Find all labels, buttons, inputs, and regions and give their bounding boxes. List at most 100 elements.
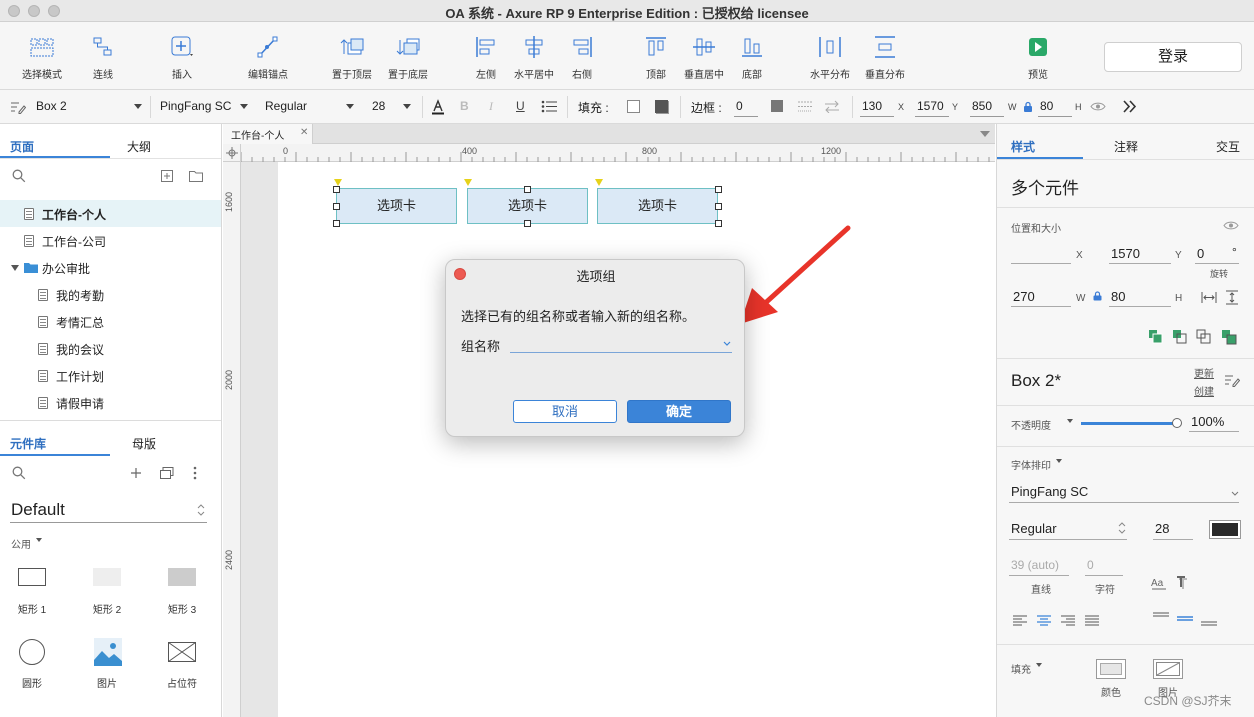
- bold-icon[interactable]: B: [460, 99, 469, 113]
- text-case-icon[interactable]: Aa: [1151, 576, 1167, 590]
- font-style-select[interactable]: Regular: [1011, 521, 1057, 536]
- search-icon[interactable]: [12, 466, 26, 480]
- x-field[interactable]: 130: [862, 99, 882, 113]
- update-style-link[interactable]: 更新: [1194, 365, 1214, 380]
- create-style-link[interactable]: 创建: [1194, 383, 1214, 398]
- font-family-select[interactable]: PingFang SC: [160, 99, 231, 113]
- placeholder-thumb-icon[interactable]: [168, 642, 196, 662]
- tab-widget[interactable]: 选项卡: [597, 188, 718, 224]
- image-thumb-icon[interactable]: [94, 638, 122, 666]
- distribute-v-tool[interactable]: 垂直分布: [862, 22, 908, 90]
- valign-middle-icon[interactable]: [1177, 611, 1193, 627]
- align-left-text-icon[interactable]: [1013, 615, 1027, 626]
- page-folder[interactable]: 办公审批: [0, 254, 221, 281]
- font-style-select[interactable]: Regular: [265, 99, 307, 113]
- tab-overflow-icon[interactable]: [980, 131, 990, 137]
- login-button[interactable]: 登录: [1104, 42, 1242, 72]
- justify-text-icon[interactable]: [1085, 615, 1099, 626]
- add-page-icon[interactable]: [161, 170, 173, 182]
- tab-widget[interactable]: 选项卡: [336, 188, 457, 224]
- rotation-field[interactable]: 0: [1197, 246, 1204, 261]
- fit-width-icon[interactable]: [1201, 291, 1217, 304]
- tab-widget[interactable]: 选项卡: [467, 188, 588, 224]
- chevron-down-icon[interactable]: [346, 104, 354, 109]
- italic-icon[interactable]: I: [489, 99, 493, 114]
- tab-interactions[interactable]: 交互: [1216, 138, 1240, 155]
- lock-icon[interactable]: [1093, 291, 1102, 301]
- align-right-text-icon[interactable]: [1061, 615, 1075, 626]
- send-to-back-tool[interactable]: 置于底层: [384, 22, 432, 90]
- page-item[interactable]: 请假申请: [0, 389, 221, 416]
- library-copy-icon[interactable]: [160, 467, 174, 479]
- confirm-button[interactable]: 确定: [627, 400, 731, 423]
- shadow-swatch[interactable]: [655, 100, 668, 113]
- chevron-down-icon[interactable]: [36, 538, 42, 542]
- opacity-slider-track[interactable]: [1081, 418, 1182, 428]
- valign-bottom-icon[interactable]: [1201, 611, 1217, 627]
- resize-handle[interactable]: [715, 203, 722, 210]
- x-field-underline[interactable]: [1011, 263, 1071, 264]
- expand-arrow-icon[interactable]: [11, 265, 19, 271]
- resize-handle[interactable]: [715, 220, 722, 227]
- align-bottom-tool[interactable]: 底部: [736, 22, 768, 90]
- crosshair-icon[interactable]: [226, 147, 238, 159]
- search-icon[interactable]: [12, 169, 26, 183]
- char-spacing-field[interactable]: 0: [1087, 558, 1094, 572]
- group-name-combobox[interactable]: [510, 335, 732, 353]
- tab-style[interactable]: 样式: [1011, 138, 1035, 155]
- text-shadow-icon[interactable]: [1175, 576, 1189, 590]
- line-height-field[interactable]: 39 (auto): [1011, 558, 1059, 572]
- font-family-select[interactable]: PingFang SC: [1011, 484, 1088, 499]
- fit-height-icon[interactable]: [1225, 290, 1239, 305]
- lock-icon[interactable]: [1023, 101, 1033, 112]
- border-color-swatch[interactable]: [771, 100, 783, 112]
- tab-masters[interactable]: 母版: [132, 435, 156, 452]
- chevron-down-icon[interactable]: [134, 104, 142, 109]
- font-color-swatch[interactable]: [1209, 520, 1241, 539]
- y-field[interactable]: 1570: [1111, 246, 1140, 261]
- border-width-field[interactable]: 0: [736, 99, 743, 113]
- distribute-h-tool[interactable]: 水平分布: [808, 22, 852, 90]
- fill-image-icon[interactable]: [1153, 659, 1183, 679]
- eye-icon[interactable]: [1090, 101, 1106, 112]
- add-library-icon[interactable]: [130, 467, 142, 479]
- border-style-icon[interactable]: [797, 100, 813, 113]
- edit-anchor-tool[interactable]: 编辑锚点: [240, 22, 296, 90]
- arrange-icons[interactable]: [1147, 328, 1243, 346]
- chevron-down-icon[interactable]: [403, 104, 411, 109]
- width-field[interactable]: 850: [972, 99, 992, 113]
- page-item[interactable]: 考情汇总: [0, 308, 221, 335]
- page-item[interactable]: 我的会议: [0, 335, 221, 362]
- align-left-tool[interactable]: 左侧: [470, 22, 502, 90]
- select-mode-tool[interactable]: 选择模式: [6, 22, 78, 90]
- chevron-updown-icon[interactable]: [197, 503, 205, 517]
- chevron-down-icon[interactable]: [1231, 491, 1239, 497]
- style-name[interactable]: Box 2*: [1011, 371, 1061, 391]
- list-icon[interactable]: [541, 100, 558, 113]
- connector-tool[interactable]: 连线: [82, 22, 124, 90]
- align-center-v-tool[interactable]: 垂直居中: [682, 22, 726, 90]
- page-item[interactable]: 我的考勤: [0, 281, 221, 308]
- tab-notes[interactable]: 注释: [1114, 138, 1138, 155]
- rectangle-2-thumb[interactable]: [93, 568, 121, 586]
- font-size-field[interactable]: 28: [1155, 521, 1169, 536]
- category-label[interactable]: 公用: [11, 536, 31, 551]
- page-item[interactable]: 工作台-个人: [0, 200, 221, 227]
- tab-pages[interactable]: 页面: [10, 138, 34, 155]
- font-color-icon[interactable]: [431, 99, 445, 115]
- chevron-down-icon[interactable]: [1056, 459, 1062, 463]
- page-item[interactable]: 工作计划: [0, 362, 221, 389]
- style-edit-icon[interactable]: [1224, 373, 1240, 387]
- chevron-down-icon[interactable]: [1067, 419, 1073, 423]
- resize-handle[interactable]: [333, 220, 340, 227]
- opacity-slider-thumb[interactable]: [1172, 418, 1182, 428]
- align-top-tool[interactable]: 顶部: [640, 22, 672, 90]
- valign-top-icon[interactable]: [1153, 611, 1169, 627]
- document-tab[interactable]: 工作台-个人 ✕: [223, 124, 313, 144]
- insert-tool[interactable]: 插入: [160, 22, 204, 90]
- y-field[interactable]: 1570: [917, 99, 944, 113]
- double-chevron-right-icon[interactable]: [1122, 100, 1138, 113]
- font-size-select[interactable]: 28: [372, 99, 385, 113]
- bring-to-front-tool[interactable]: 置于顶层: [328, 22, 376, 90]
- height-field[interactable]: 80: [1111, 289, 1125, 304]
